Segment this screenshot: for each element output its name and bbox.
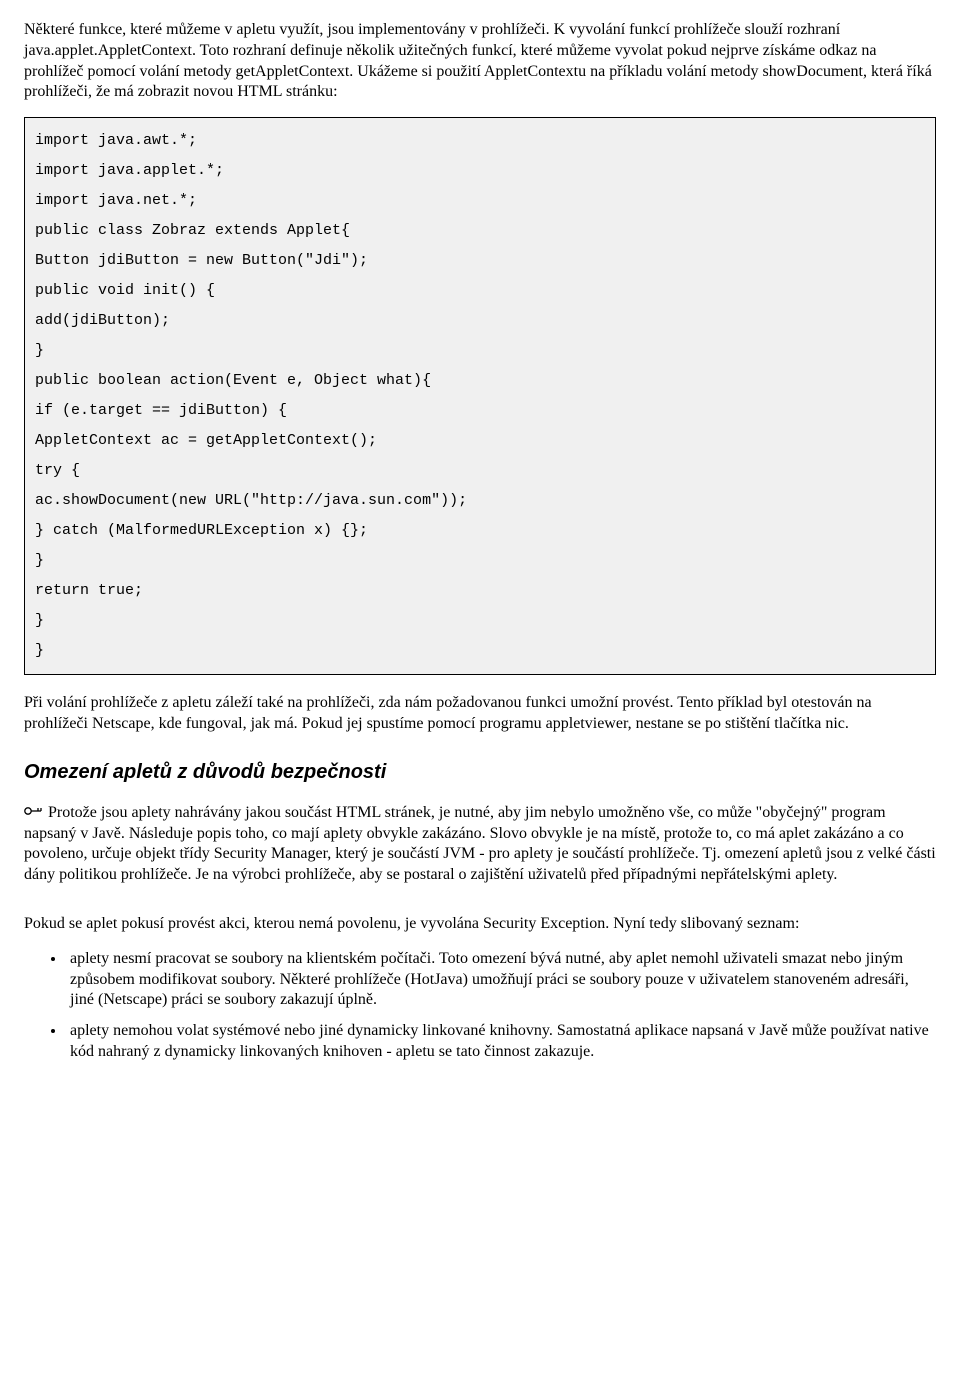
section-heading-security: Omezení apletů z důvodů bezpečnosti [24, 759, 936, 785]
key-icon [24, 803, 42, 824]
security-exception-paragraph: Pokud se aplet pokusí provést akci, kter… [24, 914, 936, 935]
security-intro-text: Protože jsou aplety nahrávány jakou souč… [24, 804, 936, 883]
followup-paragraph: Při volání prohlížeče z apletu záleží ta… [24, 693, 936, 735]
restrictions-list: aplety nesmí pracovat se soubory na klie… [24, 949, 936, 1063]
intro-paragraph: Některé funkce, které můžeme v apletu vy… [24, 20, 936, 103]
code-example: import java.awt.*; import java.applet.*;… [24, 117, 936, 675]
list-item: aplety nemohou volat systémové nebo jiné… [66, 1021, 936, 1063]
list-item: aplety nesmí pracovat se soubory na klie… [66, 949, 936, 1011]
security-intro-paragraph: Protože jsou aplety nahrávány jakou souč… [24, 803, 936, 886]
